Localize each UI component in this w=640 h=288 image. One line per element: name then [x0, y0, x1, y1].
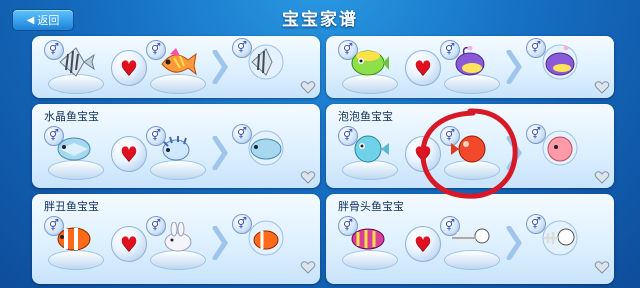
striped-fish-icon	[351, 228, 385, 250]
clown-baby-icon	[248, 220, 284, 256]
bubble-fish-blue-icon	[354, 135, 389, 163]
top-bar: ◀ 返回 宝宝家谱	[0, 0, 640, 36]
heart-outline-icon[interactable]	[594, 170, 610, 184]
parent-slot-a[interactable]: ⚥	[338, 216, 400, 272]
breeding-card-1[interactable]: ⚥ ♥ ⚥ ⚥	[32, 36, 320, 98]
offspring-slot[interactable]: ⚥	[526, 124, 592, 182]
parent-slot-b[interactable]: ⚥	[146, 126, 208, 182]
bubble-baby-icon	[542, 130, 578, 166]
spiky-fish-icon	[162, 136, 190, 161]
parent-slot-b[interactable]: ⚥	[146, 216, 208, 272]
breeding-card-2[interactable]: ⚥ ♥ ⚥ ⚥	[326, 36, 614, 98]
angler-baby-icon	[542, 44, 578, 80]
clownfish-icon	[57, 227, 91, 251]
breeding-card-bone[interactable]: 胖骨头鱼宝宝 ⚥ ♥ ⚥ ⚥	[326, 194, 614, 284]
parent-slot-b[interactable]: ⚥	[440, 40, 502, 96]
bone-baby-icon	[542, 220, 578, 256]
crystal-fish-icon	[57, 137, 91, 161]
bunny-fish-icon	[164, 222, 192, 252]
parent-slot-a[interactable]: ⚥	[44, 126, 106, 182]
chevron-right-icon	[212, 226, 228, 260]
angelfish-baby-icon	[248, 44, 284, 80]
parent-slot-a[interactable]: ⚥	[338, 40, 400, 96]
heart-outline-icon[interactable]	[300, 80, 316, 94]
heart-icon: ♥	[111, 50, 147, 86]
crystal-baby-icon	[248, 130, 284, 166]
angelfish-icon	[59, 47, 95, 77]
parent-slot-a[interactable]: ⚥	[44, 40, 106, 96]
chevron-right-icon	[212, 50, 228, 84]
heart-icon: ♥	[405, 50, 441, 86]
offspring-slot[interactable]: ⚥	[526, 214, 592, 272]
parent-slot-b[interactable]: ⚥	[440, 216, 502, 272]
green-fish-icon	[351, 50, 389, 76]
page-title: 宝宝家谱	[282, 10, 358, 30]
chevron-right-icon	[506, 50, 522, 84]
card-stage: ⚥ ♥ ⚥ ⚥	[32, 36, 320, 98]
heart-icon: ♥	[111, 136, 147, 172]
parent-slot-a[interactable]: ⚥	[44, 216, 106, 272]
parent-slot-a[interactable]: ⚥	[338, 126, 400, 182]
heart-outline-icon[interactable]	[594, 260, 610, 274]
rainbow-fish-icon	[161, 48, 197, 76]
heart-icon: ♥	[405, 226, 441, 262]
skeleton-fish-icon	[452, 228, 490, 245]
parent-slot-b[interactable]: ⚥	[146, 40, 208, 96]
heart-outline-icon[interactable]	[300, 170, 316, 184]
heart-outline-icon[interactable]	[594, 80, 610, 94]
heart-outline-icon[interactable]	[300, 260, 316, 274]
offspring-slot[interactable]: ⚥	[526, 38, 592, 96]
offspring-slot[interactable]: ⚥	[232, 214, 298, 272]
offspring-slot[interactable]: ⚥	[232, 124, 298, 182]
breeding-card-crystal[interactable]: 水晶鱼宝宝 ⚥ ♥ ⚥ ⚥	[32, 104, 320, 188]
offspring-slot[interactable]: ⚥	[232, 38, 298, 96]
chevron-right-icon	[506, 226, 522, 260]
angler-fish-icon	[455, 46, 485, 76]
breeding-card-clown[interactable]: 胖丑鱼宝宝 ⚥ ♥ ⚥ ⚥	[32, 194, 320, 284]
heart-icon: ♥	[111, 226, 147, 262]
red-annotation-circle	[420, 108, 518, 199]
chevron-right-icon	[212, 136, 228, 170]
